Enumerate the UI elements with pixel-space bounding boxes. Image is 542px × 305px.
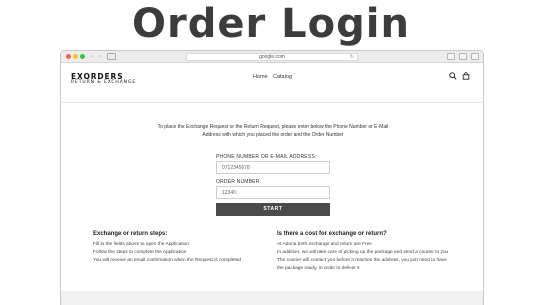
order-number-label: ORDER NUMBER: (216, 179, 262, 185)
cost-title: Is there a cost for exchange or return? (277, 231, 387, 237)
browser-window: ‹ › google.com ↻ EXORDERS RETURN & EXCHA… (60, 50, 484, 305)
cost-line-2: In addition, we will take care of pickin… (277, 250, 449, 255)
minimize-window-dot[interactable] (73, 54, 78, 59)
share-icon[interactable] (447, 53, 455, 60)
nav-catalog-link[interactable]: Catalog (273, 74, 292, 80)
site-header: EXORDERS RETURN & EXCHANGE Home Catalog (61, 63, 483, 103)
chevron-left-icon[interactable]: ‹ (89, 53, 96, 60)
browser-toolbar: ‹ › google.com ↻ (61, 51, 483, 63)
logo-subtitle: RETURN & EXCHANGE (71, 80, 137, 85)
order-number-input[interactable] (216, 186, 330, 199)
intro-line-1: To place the Exchange Request or the Ret… (157, 124, 389, 130)
cost-line-3: The courier will contact you before it r… (277, 258, 447, 263)
shopping-bag-icon[interactable] (462, 72, 470, 80)
page-headline: Order Login (132, 1, 410, 47)
footer-band (61, 291, 483, 305)
tabs-icon[interactable] (459, 53, 467, 60)
start-button[interactable]: START (216, 203, 330, 216)
reload-icon[interactable]: ↻ (350, 54, 354, 60)
address-bar[interactable]: google.com ↻ (186, 53, 358, 61)
phone-email-label: PHONE NUMBER OR E-MAIL ADDRESS: (216, 154, 317, 160)
chevron-right-icon[interactable]: › (97, 53, 104, 60)
intro-line-2: Address with which you placed the order … (202, 131, 344, 138)
cost-line-1: At Adona both exchange and return are Fr… (277, 242, 372, 247)
steps-line-1: Fill in the fields above to open the App… (93, 242, 190, 247)
url-text: google.com (259, 54, 285, 60)
steps-title: Exchange or return steps: (93, 231, 168, 237)
steps-line-3: You will receive an email confirmation w… (93, 258, 242, 263)
phone-email-input[interactable] (216, 161, 330, 174)
maximize-window-dot[interactable] (80, 54, 85, 59)
close-window-dot[interactable] (66, 54, 71, 59)
search-icon[interactable] (449, 72, 457, 80)
cost-line-4: the package ready, in order to deliver i… (277, 266, 360, 271)
nav-home-link[interactable]: Home (253, 74, 268, 80)
intro-text: To place the Exchange Request or the Ret… (141, 124, 405, 139)
new-tab-icon[interactable] (471, 53, 479, 60)
sidebar-icon[interactable] (107, 53, 116, 60)
steps-line-2: Follow the steps to complete the Applica… (93, 250, 187, 255)
